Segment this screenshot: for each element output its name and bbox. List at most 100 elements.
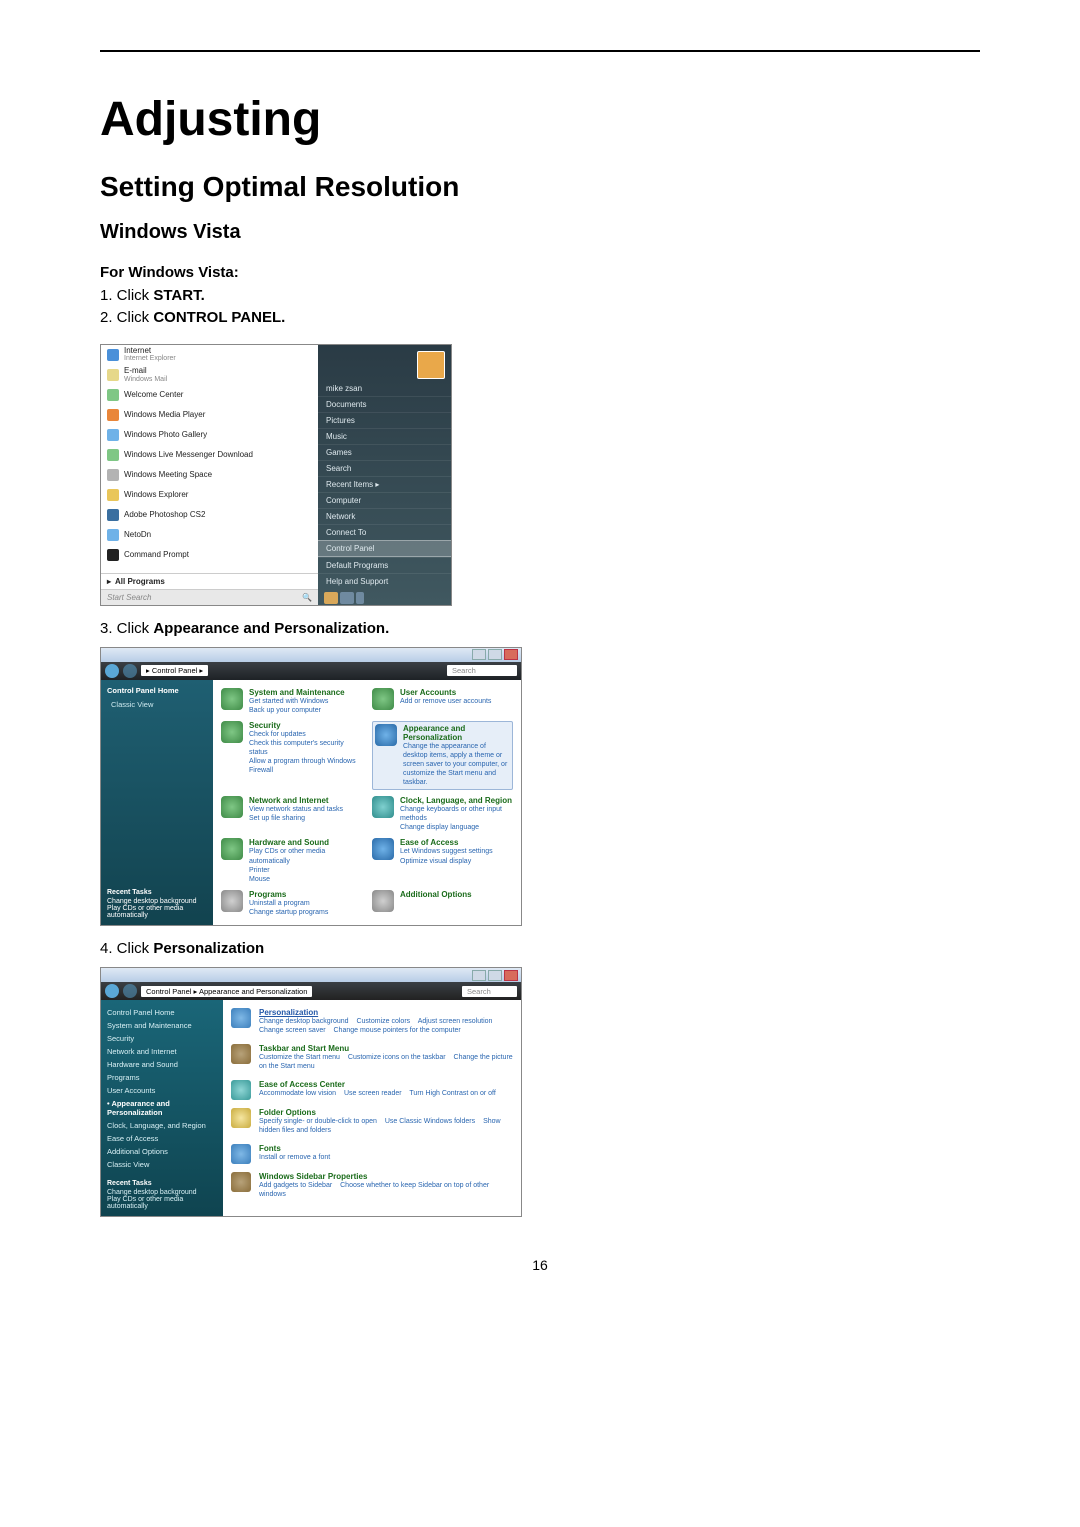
ap-category[interactable]: Folder Options Specify single- or double… <box>231 1108 513 1136</box>
recent-task-2[interactable]: Play CDs or other media automatically <box>107 905 207 919</box>
breadcrumb[interactable]: ▸ Control Panel ▸ <box>141 665 208 676</box>
app-icon <box>107 489 119 501</box>
cp-category[interactable]: System and MaintenanceGet started with W… <box>221 688 362 715</box>
start-right-item[interactable]: Network <box>318 508 451 524</box>
ie-icon <box>107 349 119 361</box>
search-icon: 🔍 <box>302 593 312 602</box>
app-icon <box>107 509 119 521</box>
category-icon <box>221 688 243 710</box>
maximize-button[interactable] <box>488 970 502 981</box>
ap-category[interactable]: Taskbar and Start Menu Customize the Sta… <box>231 1044 513 1072</box>
start-item[interactable]: Command Prompt <box>101 545 318 565</box>
app-icon <box>107 429 119 441</box>
ap-side-link[interactable]: Programs <box>107 1073 217 1082</box>
start-right-item[interactable]: Control Panel <box>318 540 451 557</box>
start-item-email[interactable]: E-mailWindows Mail <box>101 365 318 385</box>
start-right-item[interactable]: Computer <box>318 492 451 508</box>
classic-view-link[interactable]: Classic View <box>111 700 207 709</box>
ap-category[interactable]: Windows Sidebar Properties Add gadgets t… <box>231 1172 513 1200</box>
minimize-button[interactable] <box>472 649 486 660</box>
start-item[interactable]: Windows Explorer <box>101 485 318 505</box>
breadcrumb[interactable]: Control Panel ▸ Appearance and Personali… <box>141 986 312 997</box>
category-icon <box>221 838 243 860</box>
ap-side-link[interactable]: Classic View <box>107 1160 217 1169</box>
ap-side-link[interactable]: Clock, Language, and Region <box>107 1121 217 1130</box>
cp-category[interactable]: Additional Options <box>372 890 513 917</box>
ap-categories: Personalization Change desktop backgroun… <box>223 1000 521 1216</box>
cp-category[interactable]: ProgramsUninstall a programChange startu… <box>221 890 362 917</box>
minimize-button[interactable] <box>472 970 486 981</box>
forward-button[interactable] <box>123 664 137 678</box>
start-item[interactable]: Windows Live Messenger Download <box>101 445 318 465</box>
start-item[interactable]: NetoDn <box>101 525 318 545</box>
page-title: Adjusting <box>100 92 980 147</box>
cp-category[interactable]: Ease of AccessLet Windows suggest settin… <box>372 838 513 883</box>
power-button[interactable] <box>324 592 338 604</box>
forward-button[interactable] <box>123 984 137 998</box>
start-right-item[interactable]: Games <box>318 444 451 460</box>
screenshot-start-menu: InternetInternet Explorer E-mailWindows … <box>100 344 452 606</box>
start-right-item[interactable]: Documents <box>318 396 451 412</box>
ap-category[interactable]: Personalization Change desktop backgroun… <box>231 1008 513 1036</box>
ap-side-link[interactable]: Control Panel Home <box>107 1008 217 1017</box>
start-right-item[interactable]: Default Programs <box>318 557 451 573</box>
start-right-item[interactable]: Recent Items ▸ <box>318 476 451 492</box>
screenshot-appearance-personalization: Control Panel ▸ Appearance and Personali… <box>100 967 522 1217</box>
close-button[interactable] <box>504 649 518 660</box>
ap-side-link[interactable]: Additional Options <box>107 1147 217 1156</box>
section-heading: Windows Vista <box>100 221 980 244</box>
ap-side-link[interactable]: Security <box>107 1034 217 1043</box>
category-icon <box>221 721 243 743</box>
ap-side-link[interactable]: Hardware and Sound <box>107 1060 217 1069</box>
ap-side-link[interactable]: Appearance and Personalization <box>107 1099 217 1117</box>
category-icon <box>372 890 394 912</box>
cp-home-link[interactable]: Control Panel Home <box>107 686 207 695</box>
cp-category[interactable]: Hardware and SoundPlay CDs or other medi… <box>221 838 362 883</box>
start-item[interactable]: Adobe Photoshop CS2 <box>101 505 318 525</box>
start-right-item[interactable]: Music <box>318 428 451 444</box>
recent-task[interactable]: Change desktop background <box>107 1189 217 1196</box>
shutdown-menu-button[interactable] <box>356 592 364 604</box>
search-input[interactable]: Search <box>462 986 517 997</box>
start-right-item[interactable]: Connect To <box>318 524 451 540</box>
start-item[interactable]: Welcome Center <box>101 385 318 405</box>
cp-category[interactable]: Network and InternetView network status … <box>221 796 362 832</box>
search-input[interactable]: Start Search <box>107 593 151 602</box>
app-icon <box>107 409 119 421</box>
page-number: 16 <box>100 1257 980 1273</box>
cp-category[interactable]: Appearance and PersonalizationChange the… <box>372 721 513 790</box>
ap-category[interactable]: Fonts Install or remove a font <box>231 1144 513 1164</box>
back-button[interactable] <box>105 984 119 998</box>
ap-side-link[interactable]: Ease of Access <box>107 1134 217 1143</box>
cp-categories: System and MaintenanceGet started with W… <box>213 680 521 926</box>
lock-button[interactable] <box>340 592 354 604</box>
app-icon <box>107 389 119 401</box>
category-icon <box>231 1108 251 1128</box>
user-name: mike zsan <box>318 381 451 396</box>
cp-category[interactable]: User AccountsAdd or remove user accounts <box>372 688 513 715</box>
step-4: 4. Click Personalization <box>100 940 980 957</box>
start-item-internet[interactable]: InternetInternet Explorer <box>101 345 318 365</box>
search-input[interactable]: Search <box>447 665 517 676</box>
recent-tasks-heading: Recent Tasks <box>107 889 207 896</box>
start-item[interactable]: Windows Meeting Space <box>101 465 318 485</box>
close-button[interactable] <box>504 970 518 981</box>
cp-category[interactable]: Clock, Language, and RegionChange keyboa… <box>372 796 513 832</box>
recent-task-1[interactable]: Change desktop background <box>107 898 207 905</box>
ap-side-link[interactable]: Network and Internet <box>107 1047 217 1056</box>
start-right-item[interactable]: Pictures <box>318 412 451 428</box>
recent-task[interactable]: Play CDs or other media automatically <box>107 1196 217 1210</box>
category-icon <box>231 1044 251 1064</box>
all-programs[interactable]: ▸ All Programs <box>101 573 318 589</box>
ap-side-link[interactable]: System and Maintenance <box>107 1021 217 1030</box>
cp-category[interactable]: SecurityCheck for updatesCheck this comp… <box>221 721 362 790</box>
maximize-button[interactable] <box>488 649 502 660</box>
back-button[interactable] <box>105 664 119 678</box>
start-item[interactable]: Windows Media Player <box>101 405 318 425</box>
ap-category[interactable]: Ease of Access Center Accommodate low vi… <box>231 1080 513 1100</box>
app-icon <box>107 529 119 541</box>
start-right-item[interactable]: Search <box>318 460 451 476</box>
start-item[interactable]: Windows Photo Gallery <box>101 425 318 445</box>
ap-side-link[interactable]: User Accounts <box>107 1086 217 1095</box>
start-right-item[interactable]: Help and Support <box>318 573 451 589</box>
